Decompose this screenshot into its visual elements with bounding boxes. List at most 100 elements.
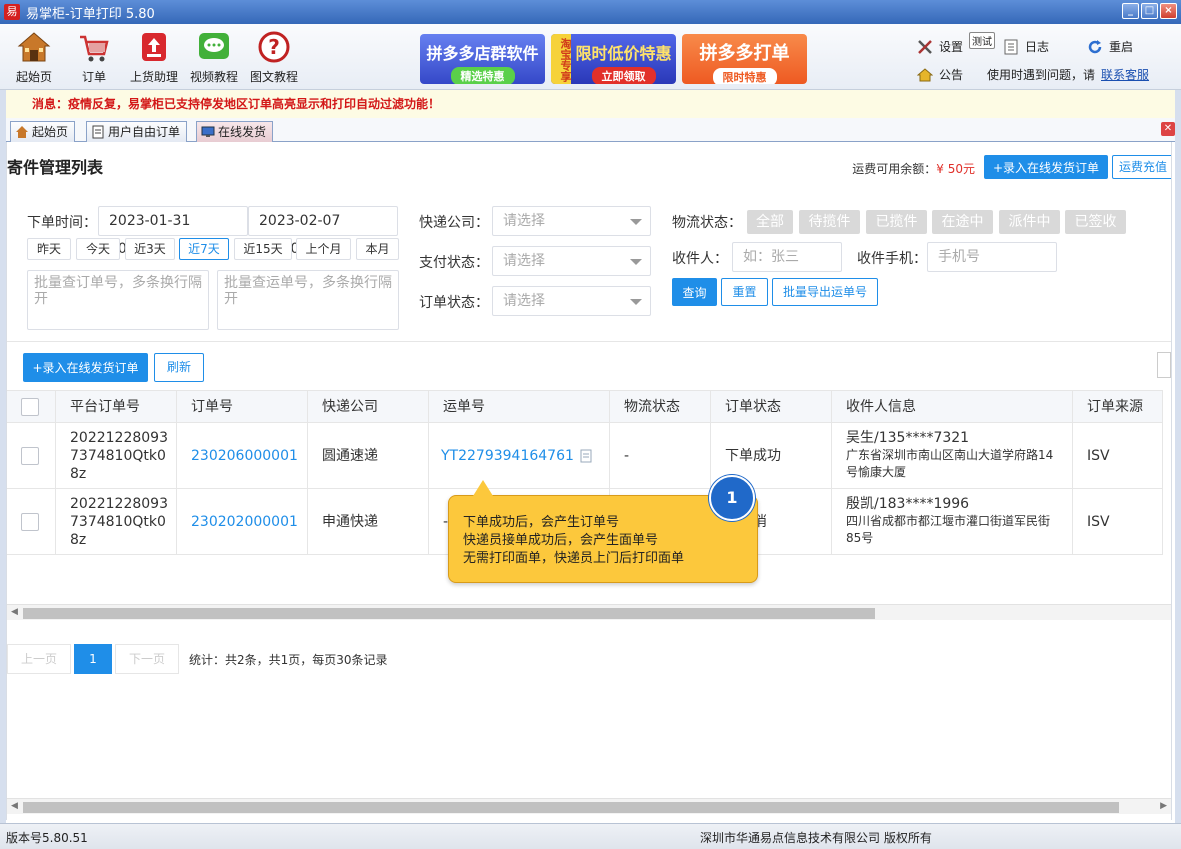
minimize-button[interactable]: _ — [1122, 3, 1139, 19]
house-icon — [17, 32, 51, 62]
column-settings-icon[interactable] — [1157, 352, 1171, 378]
courier-label: 快递公司： — [419, 215, 489, 231]
receiver-input[interactable]: 如：张三 — [732, 242, 842, 272]
logistics-chip-signed[interactable]: 已签收 — [1065, 210, 1126, 234]
toolbar-listing-assistant[interactable]: 上货助理 — [124, 30, 184, 85]
notice-icon — [917, 67, 933, 81]
table-horizontal-scrollbar[interactable]: ◀ — [7, 604, 1171, 620]
contact-support-link[interactable]: 联系客服 — [1101, 66, 1149, 83]
order-time-label: 下单时间： — [27, 215, 97, 231]
message-bar: 消息：疫情反复，易掌柜已支持停发地区订单高亮显示和打印自动过滤功能！ — [6, 90, 1175, 118]
close-button[interactable]: × — [1160, 3, 1177, 19]
table-row[interactable]: 20221228093 7374810Qtk0 8z 230206000001 … — [7, 423, 1163, 489]
scroll-right-arrow-icon[interactable]: ▶ — [1160, 801, 1167, 811]
tab-user-orders[interactable]: 用户自由订单 — [86, 121, 188, 142]
export-waybill-button[interactable]: 批量导出运单号 — [772, 278, 878, 306]
scroll-left-arrow-icon[interactable]: ◀ — [11, 801, 18, 811]
log-button[interactable]: 日志 — [1003, 38, 1049, 55]
row-checkbox[interactable] — [21, 446, 39, 465]
toolbar-home[interactable]: 起始页 — [4, 30, 64, 85]
tools-icon — [918, 39, 932, 54]
order-status-select[interactable]: 请选择 — [492, 286, 651, 316]
upload-box-icon — [142, 33, 166, 61]
toolbar-text-tutorial[interactable]: ? 图文教程 — [244, 30, 304, 85]
waybill-batch-input[interactable]: 批量查运单号，多条换行隔开 — [217, 270, 399, 330]
quick-last-month[interactable]: 上个月 — [296, 238, 351, 260]
quick-this-month[interactable]: 本月 — [356, 238, 399, 260]
tab-home[interactable]: 起始页 — [10, 121, 76, 142]
banner-pdd-group-sub: 精选特惠 — [450, 67, 515, 84]
order-status-label: 订单状态： — [419, 295, 489, 311]
logistics-chip-collected[interactable]: 已揽件 — [866, 210, 927, 234]
banner-taobao-deal[interactable]: 淘宝专享 限时低价特惠 立即领取 — [551, 34, 676, 84]
col-receiver: 收件人信息 — [832, 391, 1073, 422]
courier-select[interactable]: 请选择 — [492, 206, 651, 236]
receiver-info: 殷凯/183****1996 四川省成都市都江堰市灌口街道军民街85号 — [832, 489, 1073, 554]
help-icon: ? — [258, 31, 290, 63]
tab-online-shipping-label: 在线发货 — [218, 125, 267, 139]
refresh-icon — [1088, 39, 1102, 53]
logistics-chip-in-transit[interactable]: 在途中 — [932, 210, 993, 234]
document-icon — [92, 125, 104, 139]
recharge-button[interactable]: 运费充值 — [1112, 155, 1171, 179]
chevron-down-icon — [630, 299, 642, 305]
scroll-left-arrow-icon[interactable]: ◀ — [11, 607, 18, 617]
toolbar-orders[interactable]: 订单 — [64, 30, 124, 85]
quick-yesterday[interactable]: 昨天 — [27, 238, 71, 260]
add-online-order-button-top[interactable]: +录入在线发货订单 — [984, 155, 1108, 179]
row-checkbox-cell — [7, 423, 56, 488]
platform-order-no: 20221228093 7374810Qtk0 8z — [56, 489, 177, 554]
query-button[interactable]: 查询 — [672, 278, 717, 306]
banner-pdd-group[interactable]: 拼多多店群软件 精选特惠 — [420, 34, 545, 84]
col-platform-order-no: 平台订单号 — [56, 391, 177, 422]
message-text: 疫情反复，易掌柜已支持停发地区订单高亮显示和打印自动过滤功能！ — [68, 97, 441, 111]
settings-button[interactable]: 设置 — [917, 38, 963, 55]
copy-icon[interactable] — [580, 449, 592, 463]
waybill-link[interactable]: YT2279394164761 — [441, 447, 574, 465]
toolbar-video-tutorial[interactable]: 视频教程 — [184, 30, 244, 85]
logistics-label: 物流状态： — [672, 215, 742, 231]
phone-input[interactable]: 手机号 — [927, 242, 1057, 272]
table-header: 平台订单号 订单号 快递公司 运单号 物流状态 订单状态 收件人信息 订单来源 — [7, 390, 1163, 423]
page-scroll-thumb[interactable] — [23, 802, 1119, 813]
order-no-link[interactable]: 230202000001 — [177, 489, 308, 554]
tab-online-shipping[interactable]: 在线发货 — [196, 121, 274, 142]
prev-page-button[interactable]: 上一页 — [7, 644, 71, 674]
chevron-down-icon — [630, 219, 642, 225]
restart-label: 重启 — [1109, 40, 1134, 54]
quick-7days[interactable]: 近7天 — [179, 238, 229, 260]
quick-3days[interactable]: 近3天 — [125, 238, 175, 260]
house-icon — [16, 126, 28, 138]
restart-button[interactable]: 重启 — [1087, 38, 1133, 55]
logistics-chip-all[interactable]: 全部 — [747, 210, 793, 234]
page-1-button[interactable]: 1 — [74, 644, 112, 674]
courier: 圆通速递 — [308, 423, 429, 488]
refresh-button[interactable]: 刷新 — [154, 353, 204, 382]
maximize-button[interactable]: □ — [1141, 3, 1158, 19]
order-no-batch-input[interactable]: 批量查订单号，多条换行隔开 — [27, 270, 209, 330]
filter-divider — [7, 341, 1171, 342]
row-checkbox[interactable] — [21, 512, 39, 531]
start-date-input[interactable]: 2023-01-31 00:00:00 — [98, 206, 248, 257]
quick-today[interactable]: 今天 — [76, 238, 120, 260]
close-tab-icon[interactable]: ✕ — [1161, 122, 1175, 136]
end-date-input[interactable]: 2023-02-07 00:00:00 — [248, 206, 398, 257]
svg-text:?: ? — [268, 35, 280, 59]
tab-home-label: 起始页 — [32, 125, 69, 139]
col-source: 订单来源 — [1073, 391, 1163, 422]
order-no-link[interactable]: 230206000001 — [177, 423, 308, 488]
table-scroll-thumb[interactable] — [23, 608, 875, 619]
receiver-info: 吴生/135****7321 广东省深圳市南山区南山大道学府路14号愉康大厦 — [832, 423, 1073, 488]
add-online-order-button[interactable]: +录入在线发货订单 — [23, 353, 148, 382]
logistics-chip-delivering[interactable]: 派件中 — [999, 210, 1060, 234]
notice-button[interactable]: 公告 — [917, 66, 963, 83]
select-all-checkbox[interactable] — [21, 397, 39, 416]
banner-pdd-print[interactable]: 拼多多打单 限时特惠 — [682, 34, 807, 84]
logistics-status: - — [610, 423, 711, 488]
reset-button[interactable]: 重置 — [721, 278, 768, 306]
next-page-button[interactable]: 下一页 — [115, 644, 179, 674]
logistics-chip-pending[interactable]: 待揽件 — [799, 210, 860, 234]
pay-status-select[interactable]: 请选择 — [492, 246, 651, 276]
quick-15days[interactable]: 近15天 — [234, 238, 292, 260]
page-horizontal-scrollbar[interactable]: ◀ ▶ — [7, 798, 1171, 814]
